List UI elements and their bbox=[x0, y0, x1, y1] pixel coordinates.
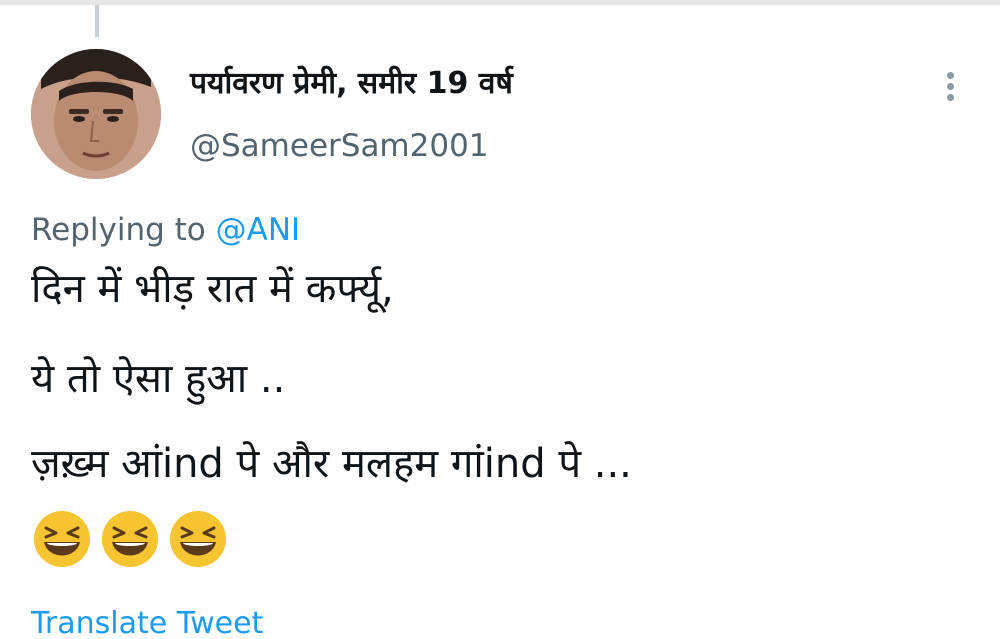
mention-link[interactable]: @ANI bbox=[216, 212, 301, 248]
replying-to-label: Replying to bbox=[31, 212, 206, 248]
grinning-squinting-face-icon bbox=[102, 511, 158, 567]
translate-tweet-link[interactable]: Translate Tweet bbox=[31, 604, 263, 639]
tweet-text-line: ज़ख़्म आंind पे और मलहम गांind पे ... bbox=[31, 441, 632, 487]
grinning-squinting-face-icon bbox=[34, 511, 90, 567]
thread-connector-line bbox=[95, 5, 99, 37]
grinning-squinting-face-icon bbox=[170, 511, 226, 567]
author-display-name[interactable]: पर्यावरण प्रेमी, समीर 19 वर्ष bbox=[190, 64, 513, 104]
replying-to-line: Replying to @ANI bbox=[31, 210, 300, 250]
author-handle[interactable]: @SameerSam2001 bbox=[190, 126, 489, 166]
top-divider bbox=[0, 0, 1000, 5]
more-options-button[interactable] bbox=[936, 66, 966, 106]
avatar-photo bbox=[31, 49, 161, 179]
tweet-text-line: ये तो ऐसा हुआ .. bbox=[31, 356, 286, 402]
more-vertical-icon bbox=[947, 72, 954, 79]
more-dot bbox=[947, 94, 954, 101]
more-dot bbox=[947, 83, 954, 90]
tweet-text-line: दिन में भीड़ रात में कर्फ्यू, bbox=[31, 266, 394, 312]
emoji-row bbox=[33, 510, 227, 568]
avatar[interactable] bbox=[31, 49, 161, 179]
